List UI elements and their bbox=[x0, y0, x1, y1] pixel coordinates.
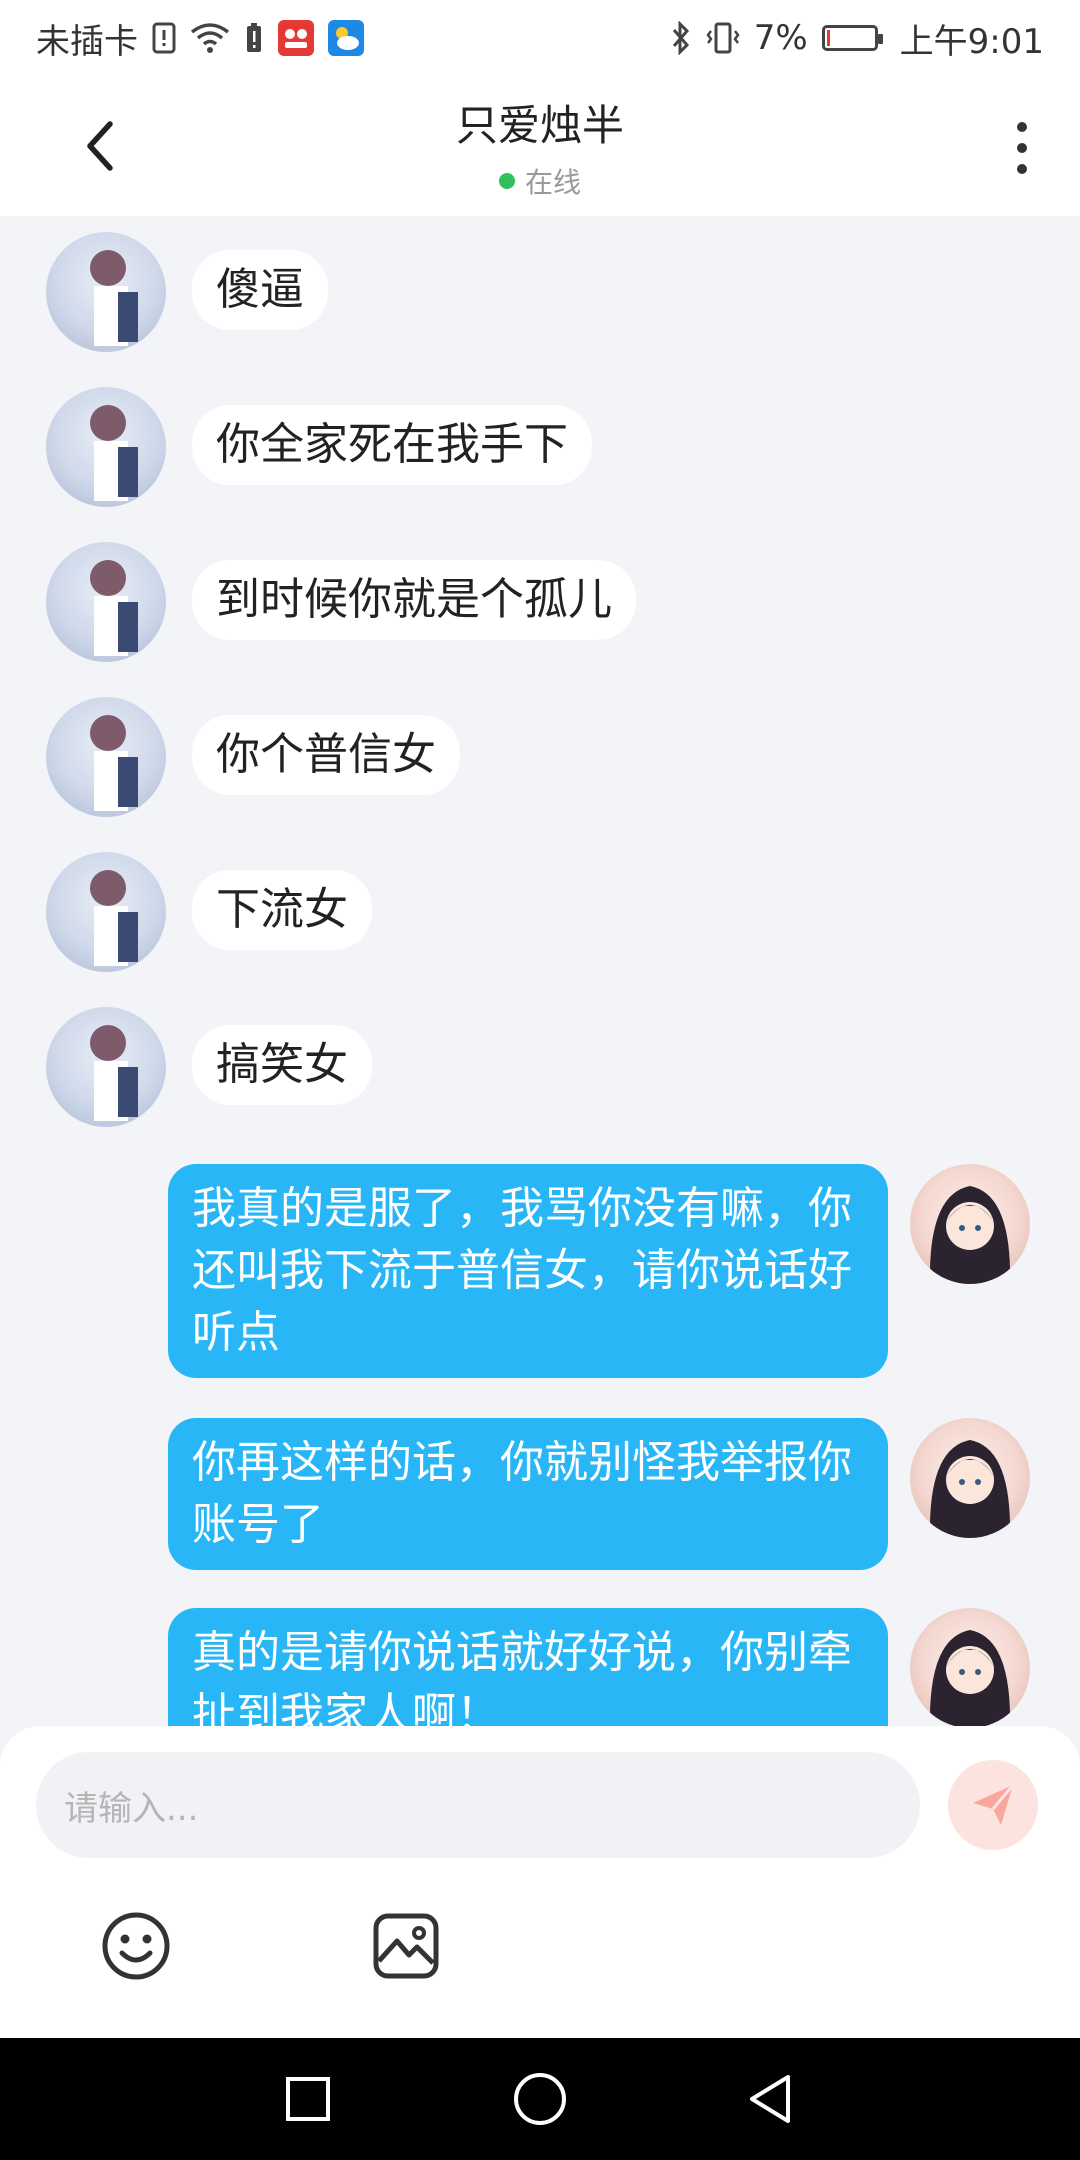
message-bubble-incoming[interactable]: 你个普信女 bbox=[192, 715, 460, 795]
title-wrap: 只爱烛半 在线 bbox=[456, 92, 624, 201]
my-avatar[interactable] bbox=[910, 1608, 1030, 1726]
back-nav-button[interactable] bbox=[740, 2069, 800, 2129]
wifi-icon bbox=[190, 22, 230, 54]
circle-icon bbox=[514, 2073, 566, 2125]
message-bubble-outgoing[interactable]: 你再这样的话，你就别怪我举报你账号了 bbox=[168, 1418, 888, 1570]
presence-label: 在线 bbox=[524, 165, 581, 199]
contact-avatar[interactable] bbox=[46, 387, 166, 507]
message-input[interactable]: 请输入... bbox=[36, 1752, 920, 1858]
message-bubble-incoming[interactable]: 到时候你就是个孤儿 bbox=[192, 560, 636, 640]
recent-apps-button[interactable] bbox=[278, 2069, 338, 2129]
vibrate-icon bbox=[706, 21, 740, 55]
input-placeholder: 请输入... bbox=[64, 1788, 199, 1829]
carrier-text: 未插卡 bbox=[36, 21, 138, 62]
image-button[interactable] bbox=[368, 1908, 444, 1984]
clock: 上午9:01 bbox=[899, 21, 1044, 62]
message-bubble-outgoing[interactable]: 真的是请你说话就好好说，你别牵扯到我家人啊！ bbox=[168, 1608, 888, 1726]
contact-avatar[interactable] bbox=[46, 697, 166, 817]
status-right: 7% 上午9:01 bbox=[670, 14, 1044, 63]
send-icon bbox=[973, 1784, 1015, 1825]
system-nav-bar bbox=[0, 2038, 1080, 2160]
status-left: 未插卡 bbox=[36, 14, 364, 63]
image-icon bbox=[373, 1913, 439, 1979]
contact-avatar[interactable] bbox=[46, 542, 166, 662]
home-button[interactable] bbox=[510, 2069, 570, 2129]
storage-alert-icon bbox=[244, 22, 264, 54]
more-options-button[interactable] bbox=[1002, 116, 1042, 180]
chevron-left-icon bbox=[87, 121, 113, 171]
triangle-back-icon bbox=[750, 2075, 790, 2123]
send-button[interactable] bbox=[948, 1760, 1038, 1850]
more-vertical-icon bbox=[1017, 122, 1027, 132]
sim-alert-icon bbox=[152, 22, 176, 54]
message-bubble-incoming[interactable]: 下流女 bbox=[192, 870, 372, 950]
message-bubble-incoming[interactable]: 傻逼 bbox=[192, 250, 328, 330]
bluetooth-icon bbox=[670, 21, 692, 55]
message-bubble-outgoing[interactable]: 我真的是服了，我骂你没有嘛，你还叫我下流于普信女，请你说话好听点 bbox=[168, 1164, 888, 1378]
message-list[interactable]: 傻逼 你全家死在我手下 到时候你就是个孤儿 你个普信女 下流女 搞笑女 我真的是… bbox=[0, 216, 1080, 1726]
emoji-icon bbox=[102, 1912, 170, 1980]
contact-avatar[interactable] bbox=[46, 232, 166, 352]
contact-avatar[interactable] bbox=[46, 1007, 166, 1127]
menu-dot bbox=[1017, 164, 1027, 174]
battery-percent: 7% bbox=[753, 18, 808, 58]
chat-title: 只爱烛半 bbox=[455, 100, 624, 150]
my-avatar[interactable] bbox=[910, 1164, 1030, 1284]
battery-icon bbox=[821, 25, 883, 51]
weather-app-icon bbox=[328, 20, 364, 56]
status-bar: 未插卡 7% 上午9:01 bbox=[0, 0, 1080, 76]
contact-avatar[interactable] bbox=[46, 852, 166, 972]
menu-dot bbox=[1017, 143, 1027, 153]
online-dot-icon bbox=[498, 172, 515, 189]
square-icon bbox=[286, 2077, 330, 2121]
my-avatar[interactable] bbox=[910, 1418, 1030, 1538]
composer: 请输入... bbox=[0, 1726, 1080, 2038]
back-button[interactable] bbox=[70, 114, 130, 178]
app-notification-icon bbox=[278, 20, 314, 56]
emoji-button[interactable] bbox=[98, 1908, 174, 1984]
message-bubble-incoming[interactable]: 搞笑女 bbox=[192, 1025, 372, 1105]
presence-status: 在线 bbox=[498, 161, 581, 201]
chat-header: 只爱烛半 在线 bbox=[0, 76, 1080, 216]
message-bubble-incoming[interactable]: 你全家死在我手下 bbox=[192, 405, 592, 485]
